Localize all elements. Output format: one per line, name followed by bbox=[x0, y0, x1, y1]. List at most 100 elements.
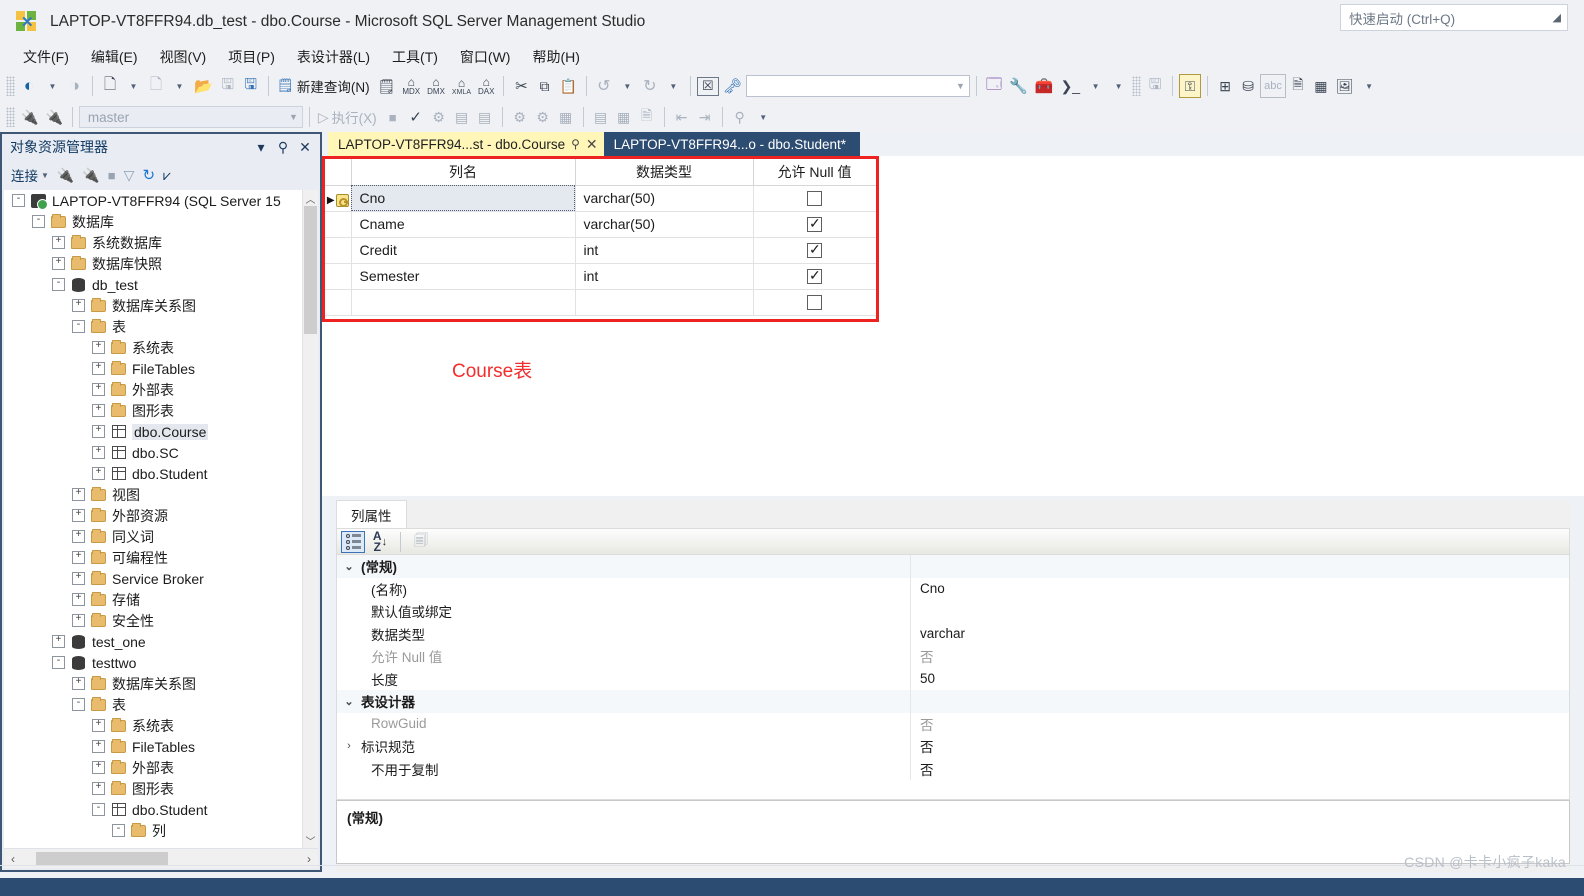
allow-nulls-cell[interactable] bbox=[753, 237, 876, 263]
add-item-icon[interactable]: 🗋 bbox=[145, 74, 167, 98]
menu-tools[interactable]: 工具(T) bbox=[381, 45, 449, 69]
manage-xml-indexes-icon[interactable]: 🗎 bbox=[1287, 74, 1309, 98]
alphabetical-view-icon[interactable]: AZ ↓ bbox=[368, 531, 392, 553]
save-selection-icon[interactable]: 🖫 bbox=[1144, 74, 1166, 98]
tree-node[interactable]: +系统表 bbox=[4, 337, 302, 358]
tree-node[interactable]: +安全性 bbox=[4, 610, 302, 631]
expand-icon[interactable]: + bbox=[92, 383, 105, 396]
column-name-cell[interactable]: Credit bbox=[351, 237, 575, 263]
menu-help[interactable]: 帮助(H) bbox=[521, 45, 590, 69]
toolbar-overflow-icon[interactable]: ▼ bbox=[1358, 74, 1380, 98]
tree-node[interactable]: +外部表 bbox=[4, 379, 302, 400]
expand-icon[interactable]: + bbox=[92, 719, 105, 732]
tree-node[interactable]: -表 bbox=[4, 694, 302, 715]
new-dmx-query-icon[interactable]: ⌂DMX bbox=[424, 74, 448, 98]
header-column-name[interactable]: 列名 bbox=[351, 159, 575, 185]
tree-node[interactable]: +可编程性 bbox=[4, 547, 302, 568]
add-item-dropdown-icon[interactable]: ▼ bbox=[168, 74, 190, 98]
expand-icon[interactable]: + bbox=[92, 425, 105, 438]
toolbox-icon[interactable]: 🧰 bbox=[1032, 74, 1057, 98]
execute-button[interactable]: ▷ 执行(X) bbox=[316, 105, 381, 129]
connect-object-explorer-icon[interactable]: 🔌 bbox=[54, 164, 77, 186]
property-row[interactable]: 数据类型varchar bbox=[337, 623, 1569, 646]
panel-dropdown-icon[interactable]: ▾ bbox=[250, 139, 272, 156]
expand-icon[interactable]: + bbox=[92, 782, 105, 795]
column-name-cell[interactable]: Cname bbox=[351, 211, 575, 237]
tree-node[interactable]: +test_one bbox=[4, 631, 302, 652]
expand-icon[interactable]: + bbox=[52, 257, 65, 270]
allow-nulls-cell[interactable] bbox=[753, 263, 876, 289]
expand-icon[interactable]: + bbox=[92, 404, 105, 417]
collapse-icon[interactable]: - bbox=[112, 824, 125, 837]
scroll-right-icon[interactable]: › bbox=[300, 852, 318, 866]
property-row[interactable]: ›标识规范否 bbox=[337, 735, 1569, 758]
toolbar-grip[interactable] bbox=[6, 76, 15, 96]
new-project-icon[interactable]: 🗋 bbox=[99, 74, 121, 98]
scroll-up-icon[interactable]: ︿ bbox=[303, 190, 318, 206]
expand-icon[interactable]: + bbox=[72, 593, 85, 606]
tree-node[interactable]: +数据库关系图 bbox=[4, 295, 302, 316]
results-pane-grid-icon[interactable]: ▤ bbox=[590, 105, 612, 129]
tree-node[interactable]: +图形表 bbox=[4, 400, 302, 421]
disconnect-icon[interactable]: 🔌 bbox=[42, 105, 65, 129]
menu-edit[interactable]: 编辑(E) bbox=[80, 45, 149, 69]
filter-icon[interactable]: ▽ bbox=[121, 164, 138, 186]
manage-fulltext-index-icon[interactable]: abc bbox=[1260, 74, 1286, 98]
tree-node[interactable]: +Service Broker bbox=[4, 568, 302, 589]
connect-dropdown-button[interactable]: 连接 ▼ bbox=[8, 164, 52, 186]
property-value-cell[interactable]: 否 bbox=[911, 759, 1569, 779]
row-handle[interactable] bbox=[325, 211, 351, 237]
hscroll-track[interactable] bbox=[22, 852, 300, 866]
toolbar-search-combo[interactable]: ▼ bbox=[746, 75, 970, 97]
property-row[interactable]: 允许 Null 值否 bbox=[337, 645, 1569, 668]
new-query-button[interactable]: 🗒 新建查询(N) bbox=[275, 74, 374, 98]
wrench-options-icon[interactable]: 🔧 bbox=[1006, 74, 1031, 98]
activity-monitor-icon[interactable]: ⩗ bbox=[160, 164, 174, 186]
column-row[interactable]: Creditint bbox=[325, 237, 876, 263]
scroll-down-icon[interactable]: ﹀ bbox=[303, 832, 318, 848]
relationships-icon[interactable]: ⊞ bbox=[1214, 74, 1236, 98]
expand-icon[interactable]: + bbox=[72, 551, 85, 564]
new-analysis-query-icon[interactable]: 🗒 bbox=[375, 74, 399, 98]
chevron-down-icon[interactable]: ⌄ bbox=[337, 560, 361, 573]
tab-dbo-student[interactable]: LAPTOP-VT8FFR94...o - dbo.Student* bbox=[604, 132, 860, 156]
toolbar-overflow-icon[interactable]: ▼ bbox=[752, 105, 774, 129]
tree-node[interactable]: +外部资源 bbox=[4, 505, 302, 526]
allow-nulls-checkbox[interactable] bbox=[807, 191, 822, 206]
include-live-stats-icon[interactable]: ⚙ bbox=[532, 105, 554, 129]
row-handle[interactable] bbox=[325, 289, 351, 315]
toolbar-overflow-icon[interactable]: ▼ bbox=[1107, 74, 1129, 98]
expand-icon[interactable]: + bbox=[72, 677, 85, 690]
close-icon[interactable]: ✕ bbox=[294, 139, 316, 156]
row-handle[interactable]: ▶ bbox=[325, 185, 351, 211]
tree-node[interactable]: +系统表 bbox=[4, 715, 302, 736]
paste-icon[interactable]: 📋 bbox=[556, 74, 579, 98]
property-grid[interactable]: ⌄(常规)(名称)Cno默认值或绑定数据类型varchar允许 Null 值否长… bbox=[336, 555, 1570, 800]
close-icon[interactable]: ✕ bbox=[586, 136, 598, 153]
allow-nulls-checkbox[interactable] bbox=[807, 217, 822, 232]
undo-icon[interactable]: ↺ bbox=[593, 74, 615, 98]
column-row[interactable] bbox=[325, 289, 876, 315]
save-icon[interactable]: 🖫 bbox=[217, 74, 239, 98]
tree-node[interactable]: +FileTables bbox=[4, 358, 302, 379]
header-data-type[interactable]: 数据类型 bbox=[575, 159, 753, 185]
expand-icon[interactable]: + bbox=[72, 572, 85, 585]
object-explorer-tree[interactable]: -LAPTOP-VT8FFR94 (SQL Server 15-数据库+系统数据… bbox=[4, 190, 318, 848]
pin-icon[interactable]: ⚲ bbox=[571, 137, 580, 151]
registered-servers-icon[interactable]: 🗝 bbox=[720, 74, 745, 98]
column-row[interactable]: Cnamevarchar(50) bbox=[325, 211, 876, 237]
tree-node[interactable]: -db_test bbox=[4, 274, 302, 295]
property-value-cell[interactable]: varchar bbox=[911, 626, 1569, 641]
tree-node[interactable]: +外部表 bbox=[4, 757, 302, 778]
connect-icon[interactable]: 🔌 bbox=[18, 105, 41, 129]
decrease-indent-icon[interactable]: ⇤ bbox=[671, 105, 693, 129]
expand-icon[interactable]: + bbox=[92, 761, 105, 774]
property-row[interactable]: 不用于复制否 bbox=[337, 758, 1569, 781]
categorized-view-icon[interactable] bbox=[341, 531, 365, 553]
tree-vertical-scrollbar[interactable]: ︿ ﹀ bbox=[302, 190, 318, 848]
expand-icon[interactable]: + bbox=[52, 635, 65, 648]
database-combo[interactable]: master ▼ bbox=[79, 106, 303, 128]
tree-node[interactable]: -dbo.Student bbox=[4, 799, 302, 820]
menu-window[interactable]: 窗口(W) bbox=[449, 45, 522, 69]
allow-nulls-checkbox[interactable] bbox=[807, 295, 822, 310]
